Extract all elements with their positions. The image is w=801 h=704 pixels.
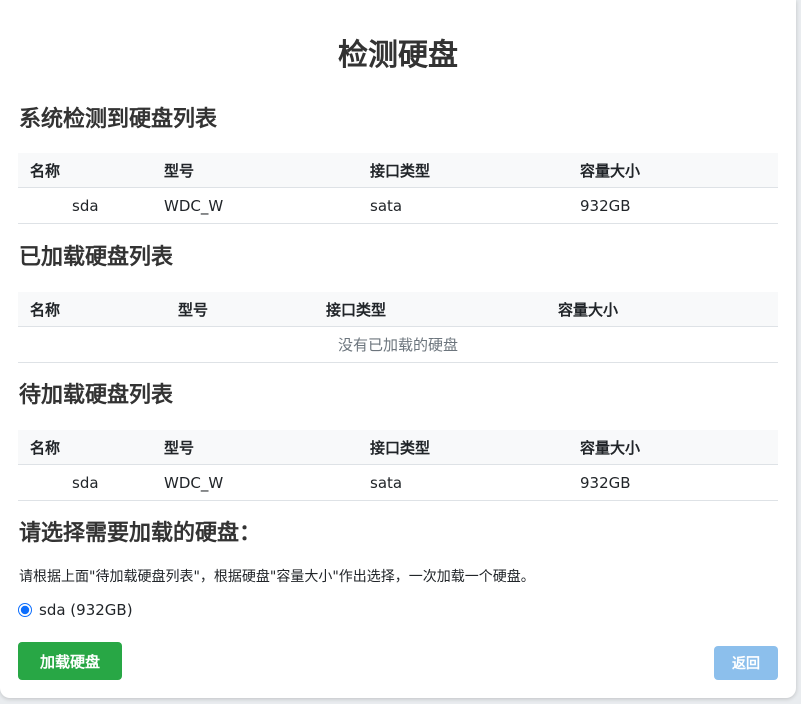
cell-name: sda bbox=[18, 464, 152, 501]
mounted-disk-table: 名称 型号 接口类型 容量大小 没有已加载的硬盘 bbox=[18, 292, 778, 363]
disk-option-sda[interactable]: sda (932GB) bbox=[18, 601, 133, 619]
cell-model: WDC_W bbox=[152, 187, 358, 224]
back-button[interactable]: 返回 bbox=[714, 646, 778, 680]
table-header-row: 名称 型号 接口类型 容量大小 bbox=[18, 292, 778, 327]
disk-option-label: sda (932GB) bbox=[39, 601, 133, 619]
main-card: 检测硬盘 系统检测到硬盘列表 名称 型号 接口类型 容量大小 sda WDC_W… bbox=[0, 0, 796, 698]
table-header-row: 名称 型号 接口类型 容量大小 bbox=[18, 153, 778, 188]
column-header-model: 型号 bbox=[152, 430, 358, 465]
empty-message: 没有已加载的硬盘 bbox=[18, 326, 778, 363]
column-header-model: 型号 bbox=[166, 292, 314, 327]
column-header-model: 型号 bbox=[152, 153, 358, 188]
column-header-name: 名称 bbox=[18, 292, 166, 327]
column-header-interface: 接口类型 bbox=[314, 292, 546, 327]
table-row-empty: 没有已加载的硬盘 bbox=[18, 326, 778, 363]
select-section-title: 请选择需要加载的硬盘： bbox=[19, 521, 262, 546]
cell-capacity: 932GB bbox=[568, 187, 778, 224]
detected-disk-table: 名称 型号 接口类型 容量大小 sda WDC_W sata 932GB bbox=[18, 153, 778, 224]
detected-section-title: 系统检测到硬盘列表 bbox=[19, 107, 218, 132]
table-header-row: 名称 型号 接口类型 容量大小 bbox=[18, 430, 778, 465]
table-row: sda WDC_W sata 932GB bbox=[18, 464, 778, 501]
column-header-interface: 接口类型 bbox=[358, 430, 568, 465]
column-header-capacity: 容量大小 bbox=[568, 153, 778, 188]
select-instruction: 请根据上面"待加载硬盘列表"，根据硬盘"容量大小"作出选择，一次加载一个硬盘。 bbox=[19, 569, 535, 585]
column-header-capacity: 容量大小 bbox=[546, 292, 778, 327]
cell-name: sda bbox=[18, 187, 152, 224]
cell-capacity: 932GB bbox=[568, 464, 778, 501]
pending-disk-table: 名称 型号 接口类型 容量大小 sda WDC_W sata 932GB bbox=[18, 430, 778, 501]
cell-interface: sata bbox=[358, 187, 568, 224]
page-title: 检测硬盘 bbox=[338, 38, 458, 73]
column-header-capacity: 容量大小 bbox=[568, 430, 778, 465]
column-header-interface: 接口类型 bbox=[358, 153, 568, 188]
column-header-name: 名称 bbox=[18, 430, 152, 465]
cell-model: WDC_W bbox=[152, 464, 358, 501]
table-row: sda WDC_W sata 932GB bbox=[18, 187, 778, 224]
mount-disk-button[interactable]: 加载硬盘 bbox=[18, 642, 122, 680]
cell-interface: sata bbox=[358, 464, 568, 501]
column-header-name: 名称 bbox=[18, 153, 152, 188]
pending-section-title: 待加载硬盘列表 bbox=[19, 383, 174, 408]
disk-radio-sda[interactable] bbox=[18, 603, 32, 617]
mounted-section-title: 已加载硬盘列表 bbox=[19, 245, 174, 270]
